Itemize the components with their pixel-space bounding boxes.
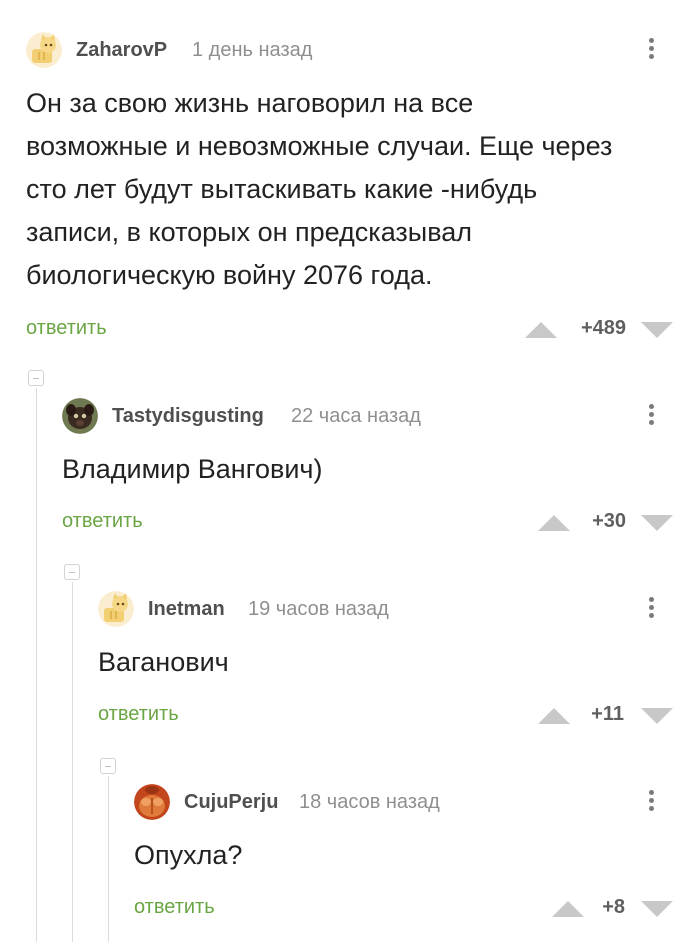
comment-time: 19 часов назад [248, 598, 389, 620]
comment-text-line: Опухла? [134, 840, 243, 870]
torso-photo-avatar[interactable] [134, 784, 170, 820]
comment-rating: +11 [591, 703, 624, 725]
comment-rating: +489 [580, 317, 626, 339]
comment: Tastydisgusting 22 часа назад Владимир В… [62, 396, 700, 546]
comment-text-line: Он за свою жизнь наговорил на все [26, 88, 474, 118]
more-options-icon[interactable] [642, 32, 662, 66]
thread-line [72, 582, 73, 942]
thread-line [108, 776, 109, 942]
comment-text-line: Ваганович [98, 647, 229, 677]
comment-text: Опухла? [134, 834, 242, 877]
username[interactable]: Inetman [148, 598, 225, 621]
default-cat-avatar-icon[interactable] [26, 32, 62, 68]
comment-time: 18 часов назад [299, 791, 440, 813]
thread-line [36, 388, 37, 942]
vote-down-icon[interactable] [641, 515, 673, 531]
comment-header: Inetman 19 часов назад [98, 589, 700, 629]
comment-text-line: Владимир Вангович) [62, 454, 323, 484]
comment-text-line: сто лет будут вытаскивать какие -нибудь [26, 174, 538, 204]
vote-up-icon[interactable] [525, 322, 557, 338]
puppy-photo-avatar[interactable] [62, 398, 98, 434]
username[interactable]: ZaharovP [76, 39, 167, 62]
more-options-icon[interactable] [642, 398, 662, 432]
comment-text: Ваганович [98, 641, 229, 684]
comment-text-line: возможные и невозможные случаи. Еще чере… [26, 131, 613, 161]
comment-text: Владимир Вангович) [62, 448, 322, 491]
default-cat-avatar-icon[interactable] [98, 591, 134, 627]
username[interactable]: CujuPerju [184, 791, 278, 814]
comment: ZaharovP 1 день назад Он за свою жизнь н… [26, 30, 700, 360]
username[interactable]: Tastydisgusting [112, 405, 264, 428]
comment-text-line: биологическую войну 2076 года. [26, 260, 433, 290]
comment-header: ZaharovP 1 день назад [26, 30, 700, 70]
comment-header: CujuPerju 18 часов назад [134, 782, 700, 822]
comment-rating: +8 [602, 896, 625, 918]
reply-button[interactable]: ответить [98, 703, 179, 726]
comment-text-line: записи, в которых он предсказывал [26, 217, 473, 247]
vote-down-icon[interactable] [641, 901, 673, 917]
vote-down-icon[interactable] [641, 322, 673, 338]
collapse-thread-button[interactable] [28, 370, 44, 386]
comment-text: Он за свою жизнь наговорил на все возмож… [26, 82, 612, 297]
comment-time: 22 часа назад [291, 405, 421, 427]
more-options-icon[interactable] [642, 784, 662, 818]
reply-button[interactable]: ответить [62, 510, 143, 533]
collapse-thread-button[interactable] [64, 564, 80, 580]
comment: Inetman 19 часов назад Ваганович ответит… [98, 589, 700, 739]
comment-time: 1 день назад [192, 39, 313, 61]
reply-button[interactable]: ответить [26, 317, 107, 340]
collapse-thread-button[interactable] [100, 758, 116, 774]
comment: CujuPerju 18 часов назад Опухла? ответит… [134, 782, 700, 932]
reply-button[interactable]: ответить [134, 896, 215, 919]
more-options-icon[interactable] [642, 591, 662, 625]
comment-header: Tastydisgusting 22 часа назад [62, 396, 700, 436]
comment-rating: +30 [592, 510, 626, 532]
vote-down-icon[interactable] [641, 708, 673, 724]
